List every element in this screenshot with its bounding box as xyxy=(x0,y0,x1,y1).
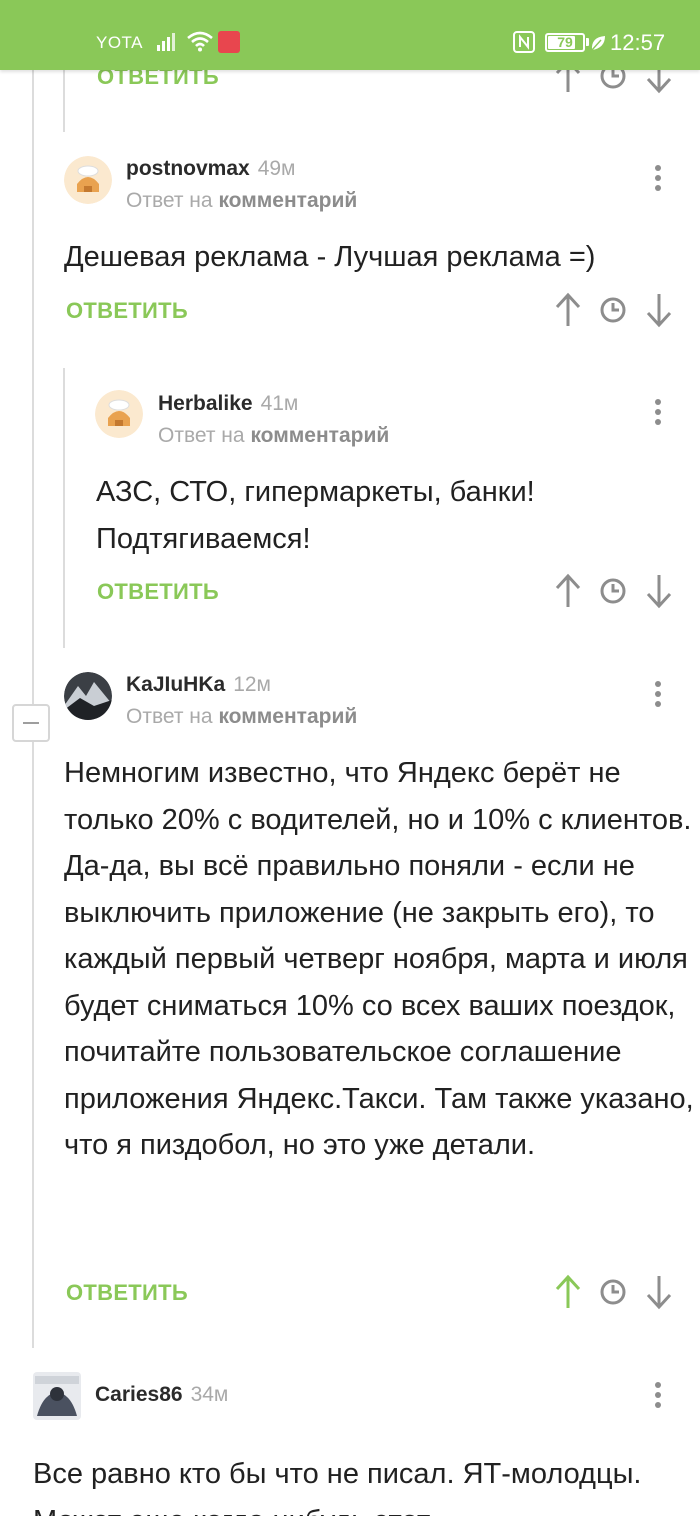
reply-to-link[interactable]: комментарий xyxy=(218,705,357,728)
more-vertical-icon[interactable] xyxy=(646,1377,670,1413)
avatar[interactable] xyxy=(64,672,112,720)
clock-icon[interactable] xyxy=(598,292,628,328)
battery-icon: 79 xyxy=(545,33,585,52)
comment-author[interactable]: KaJIuHKa 12м xyxy=(126,673,271,697)
clock-icon[interactable] xyxy=(598,573,628,609)
comment-author[interactable]: Caries86 34м xyxy=(95,1383,228,1407)
collapse-thread-button[interactable] xyxy=(12,704,50,742)
comment-text: Дешевая реклама - Лучшая реклама =) xyxy=(64,241,596,273)
comment-time: 49м xyxy=(257,157,296,180)
reply-button[interactable]: ОТВЕТИТЬ xyxy=(97,579,219,605)
more-vertical-icon[interactable] xyxy=(646,394,670,430)
comment-time: 12м xyxy=(233,673,271,696)
comment-text: Немногим известно, что Яндекс берёт не т… xyxy=(64,757,694,1161)
reply-to-prefix: Ответ на xyxy=(126,189,213,212)
arrow-up-icon[interactable] xyxy=(553,1274,583,1310)
reply-to-line: Ответ на комментарий xyxy=(158,424,389,448)
thread-line-root xyxy=(32,0,34,1348)
comment-author[interactable]: postnovmax 49м xyxy=(126,157,296,181)
arrow-up-icon[interactable] xyxy=(553,292,583,328)
arrow-down-icon[interactable] xyxy=(644,1274,674,1310)
thread-line-nested xyxy=(63,368,65,648)
reply-to-link[interactable]: комментарий xyxy=(218,189,357,212)
reply-to-prefix: Ответ на xyxy=(126,705,213,728)
battery-level: 79 xyxy=(557,34,573,50)
comment-time: 41м xyxy=(260,392,299,415)
reply-to-line: Ответ на комментарий xyxy=(126,705,357,729)
status-bar: YOTA 79 12:57 xyxy=(0,0,700,70)
reply-button[interactable]: ОТВЕТИТЬ xyxy=(66,1280,188,1306)
author-name[interactable]: Caries86 xyxy=(95,1383,183,1406)
avatar[interactable] xyxy=(95,390,143,438)
carrier-name: YOTA xyxy=(96,33,144,52)
comment-text: Все равно кто бы что не писал. ЯТ-молодц… xyxy=(33,1458,642,1516)
nfc-icon xyxy=(513,31,535,53)
reply-to-link[interactable]: комментарий xyxy=(250,424,389,447)
wifi-icon xyxy=(187,31,213,52)
reply-to-line: Ответ на комментарий xyxy=(126,189,357,213)
power-saving-leaf-icon xyxy=(591,36,605,51)
huawei-app-icon xyxy=(218,31,240,53)
comment-text: АЗС, СТО, гипермаркеты, банки! Подтягива… xyxy=(96,476,535,555)
avatar[interactable] xyxy=(33,1372,81,1420)
author-name[interactable]: Herbalike xyxy=(158,392,253,415)
clock: 12:57 xyxy=(610,30,666,55)
signal-icon xyxy=(157,33,175,51)
arrow-up-icon[interactable] xyxy=(553,573,583,609)
comment-time: 34м xyxy=(190,1383,229,1406)
comment-author[interactable]: Herbalike 41м xyxy=(158,392,298,416)
arrow-down-icon[interactable] xyxy=(644,573,674,609)
avatar[interactable] xyxy=(64,156,112,204)
more-vertical-icon[interactable] xyxy=(646,160,670,196)
more-vertical-icon[interactable] xyxy=(646,676,670,712)
author-name[interactable]: KaJIuHKa xyxy=(126,673,225,696)
reply-button[interactable]: ОТВЕТИТЬ xyxy=(66,298,188,324)
arrow-down-icon[interactable] xyxy=(644,292,674,328)
reply-to-prefix: Ответ на xyxy=(158,424,245,447)
author-name[interactable]: postnovmax xyxy=(126,157,250,180)
clock-icon[interactable] xyxy=(598,1274,628,1310)
